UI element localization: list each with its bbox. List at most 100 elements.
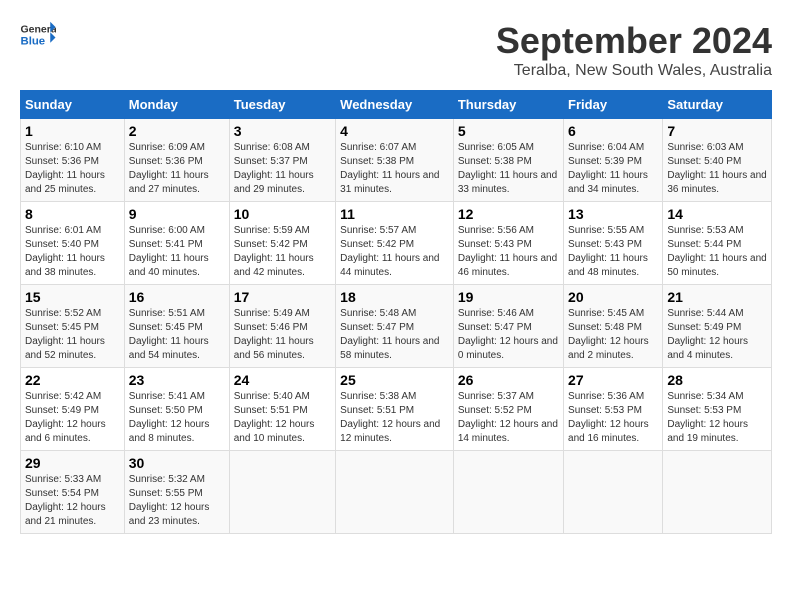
day-info: Sunrise: 5:49 AM Sunset: 5:46 PM Dayligh…	[234, 307, 331, 363]
day-info: Sunrise: 5:55 AM Sunset: 5:43 PM Dayligh…	[568, 224, 658, 280]
day-number: 10	[234, 206, 331, 222]
day-info: Sunrise: 5:36 AM Sunset: 5:53 PM Dayligh…	[568, 390, 658, 446]
day-info: Sunrise: 5:45 AM Sunset: 5:48 PM Dayligh…	[568, 307, 658, 363]
day-info: Sunrise: 5:48 AM Sunset: 5:47 PM Dayligh…	[340, 307, 449, 363]
day-number: 25	[340, 372, 449, 388]
calendar-table: SundayMondayTuesdayWednesdayThursdayFrid…	[20, 90, 772, 534]
day-number: 12	[458, 206, 559, 222]
calendar-cell	[336, 451, 454, 534]
calendar-cell: 8 Sunrise: 6:01 AM Sunset: 5:40 PM Dayli…	[21, 202, 125, 285]
day-number: 21	[667, 289, 767, 305]
page-header: General Blue September 2024 Teralba, New…	[20, 20, 772, 80]
day-number: 7	[667, 123, 767, 139]
calendar-cell: 9 Sunrise: 6:00 AM Sunset: 5:41 PM Dayli…	[124, 202, 229, 285]
day-info: Sunrise: 5:33 AM Sunset: 5:54 PM Dayligh…	[25, 473, 120, 529]
week-row: 15 Sunrise: 5:52 AM Sunset: 5:45 PM Dayl…	[21, 285, 772, 368]
header-day-tuesday: Tuesday	[229, 91, 335, 119]
day-number: 22	[25, 372, 120, 388]
day-number: 27	[568, 372, 658, 388]
day-info: Sunrise: 6:00 AM Sunset: 5:41 PM Dayligh…	[129, 224, 225, 280]
calendar-cell: 30 Sunrise: 5:32 AM Sunset: 5:55 PM Dayl…	[124, 451, 229, 534]
day-number: 3	[234, 123, 331, 139]
day-number: 1	[25, 123, 120, 139]
day-info: Sunrise: 5:40 AM Sunset: 5:51 PM Dayligh…	[234, 390, 331, 446]
calendar-cell	[564, 451, 663, 534]
calendar-cell: 22 Sunrise: 5:42 AM Sunset: 5:49 PM Dayl…	[21, 368, 125, 451]
day-info: Sunrise: 5:56 AM Sunset: 5:43 PM Dayligh…	[458, 224, 559, 280]
header-day-saturday: Saturday	[663, 91, 772, 119]
day-number: 19	[458, 289, 559, 305]
logo: General Blue	[20, 20, 56, 48]
logo-icon: General Blue	[20, 20, 56, 48]
day-number: 6	[568, 123, 658, 139]
day-info: Sunrise: 5:44 AM Sunset: 5:49 PM Dayligh…	[667, 307, 767, 363]
calendar-cell	[663, 451, 772, 534]
calendar-cell: 17 Sunrise: 5:49 AM Sunset: 5:46 PM Dayl…	[229, 285, 335, 368]
day-info: Sunrise: 6:08 AM Sunset: 5:37 PM Dayligh…	[234, 141, 331, 197]
calendar-cell: 11 Sunrise: 5:57 AM Sunset: 5:42 PM Dayl…	[336, 202, 454, 285]
day-number: 4	[340, 123, 449, 139]
day-number: 15	[25, 289, 120, 305]
calendar-cell: 14 Sunrise: 5:53 AM Sunset: 5:44 PM Dayl…	[663, 202, 772, 285]
calendar-cell: 15 Sunrise: 5:52 AM Sunset: 5:45 PM Dayl…	[21, 285, 125, 368]
month-title: September 2024	[496, 20, 772, 62]
calendar-cell: 25 Sunrise: 5:38 AM Sunset: 5:51 PM Dayl…	[336, 368, 454, 451]
week-row: 1 Sunrise: 6:10 AM Sunset: 5:36 PM Dayli…	[21, 119, 772, 202]
calendar-cell: 5 Sunrise: 6:05 AM Sunset: 5:38 PM Dayli…	[453, 119, 563, 202]
day-number: 26	[458, 372, 559, 388]
calendar-cell: 1 Sunrise: 6:10 AM Sunset: 5:36 PM Dayli…	[21, 119, 125, 202]
week-row: 29 Sunrise: 5:33 AM Sunset: 5:54 PM Dayl…	[21, 451, 772, 534]
day-number: 8	[25, 206, 120, 222]
day-number: 28	[667, 372, 767, 388]
day-number: 9	[129, 206, 225, 222]
day-info: Sunrise: 6:09 AM Sunset: 5:36 PM Dayligh…	[129, 141, 225, 197]
day-number: 29	[25, 455, 120, 471]
day-number: 16	[129, 289, 225, 305]
header-day-sunday: Sunday	[21, 91, 125, 119]
calendar-cell: 12 Sunrise: 5:56 AM Sunset: 5:43 PM Dayl…	[453, 202, 563, 285]
day-number: 13	[568, 206, 658, 222]
day-info: Sunrise: 5:53 AM Sunset: 5:44 PM Dayligh…	[667, 224, 767, 280]
header-day-wednesday: Wednesday	[336, 91, 454, 119]
day-info: Sunrise: 6:05 AM Sunset: 5:38 PM Dayligh…	[458, 141, 559, 197]
calendar-cell: 24 Sunrise: 5:40 AM Sunset: 5:51 PM Dayl…	[229, 368, 335, 451]
calendar-cell: 3 Sunrise: 6:08 AM Sunset: 5:37 PM Dayli…	[229, 119, 335, 202]
day-number: 2	[129, 123, 225, 139]
calendar-cell: 27 Sunrise: 5:36 AM Sunset: 5:53 PM Dayl…	[564, 368, 663, 451]
header-day-thursday: Thursday	[453, 91, 563, 119]
day-info: Sunrise: 5:42 AM Sunset: 5:49 PM Dayligh…	[25, 390, 120, 446]
day-info: Sunrise: 6:01 AM Sunset: 5:40 PM Dayligh…	[25, 224, 120, 280]
header-day-monday: Monday	[124, 91, 229, 119]
day-number: 24	[234, 372, 331, 388]
day-number: 14	[667, 206, 767, 222]
calendar-cell: 18 Sunrise: 5:48 AM Sunset: 5:47 PM Dayl…	[336, 285, 454, 368]
title-block: September 2024 Teralba, New South Wales,…	[496, 20, 772, 80]
day-number: 17	[234, 289, 331, 305]
day-info: Sunrise: 6:07 AM Sunset: 5:38 PM Dayligh…	[340, 141, 449, 197]
calendar-cell	[229, 451, 335, 534]
day-number: 18	[340, 289, 449, 305]
day-info: Sunrise: 5:41 AM Sunset: 5:50 PM Dayligh…	[129, 390, 225, 446]
calendar-cell: 13 Sunrise: 5:55 AM Sunset: 5:43 PM Dayl…	[564, 202, 663, 285]
header-row: SundayMondayTuesdayWednesdayThursdayFrid…	[21, 91, 772, 119]
calendar-cell	[453, 451, 563, 534]
svg-text:Blue: Blue	[21, 36, 46, 48]
calendar-cell: 26 Sunrise: 5:37 AM Sunset: 5:52 PM Dayl…	[453, 368, 563, 451]
day-info: Sunrise: 6:04 AM Sunset: 5:39 PM Dayligh…	[568, 141, 658, 197]
calendar-cell: 20 Sunrise: 5:45 AM Sunset: 5:48 PM Dayl…	[564, 285, 663, 368]
day-info: Sunrise: 5:46 AM Sunset: 5:47 PM Dayligh…	[458, 307, 559, 363]
day-number: 20	[568, 289, 658, 305]
day-number: 30	[129, 455, 225, 471]
calendar-cell: 6 Sunrise: 6:04 AM Sunset: 5:39 PM Dayli…	[564, 119, 663, 202]
day-number: 5	[458, 123, 559, 139]
day-info: Sunrise: 5:57 AM Sunset: 5:42 PM Dayligh…	[340, 224, 449, 280]
day-info: Sunrise: 5:34 AM Sunset: 5:53 PM Dayligh…	[667, 390, 767, 446]
day-info: Sunrise: 6:10 AM Sunset: 5:36 PM Dayligh…	[25, 141, 120, 197]
calendar-cell: 4 Sunrise: 6:07 AM Sunset: 5:38 PM Dayli…	[336, 119, 454, 202]
day-info: Sunrise: 5:37 AM Sunset: 5:52 PM Dayligh…	[458, 390, 559, 446]
day-info: Sunrise: 5:59 AM Sunset: 5:42 PM Dayligh…	[234, 224, 331, 280]
day-number: 11	[340, 206, 449, 222]
calendar-cell: 10 Sunrise: 5:59 AM Sunset: 5:42 PM Dayl…	[229, 202, 335, 285]
calendar-cell: 16 Sunrise: 5:51 AM Sunset: 5:45 PM Dayl…	[124, 285, 229, 368]
header-day-friday: Friday	[564, 91, 663, 119]
